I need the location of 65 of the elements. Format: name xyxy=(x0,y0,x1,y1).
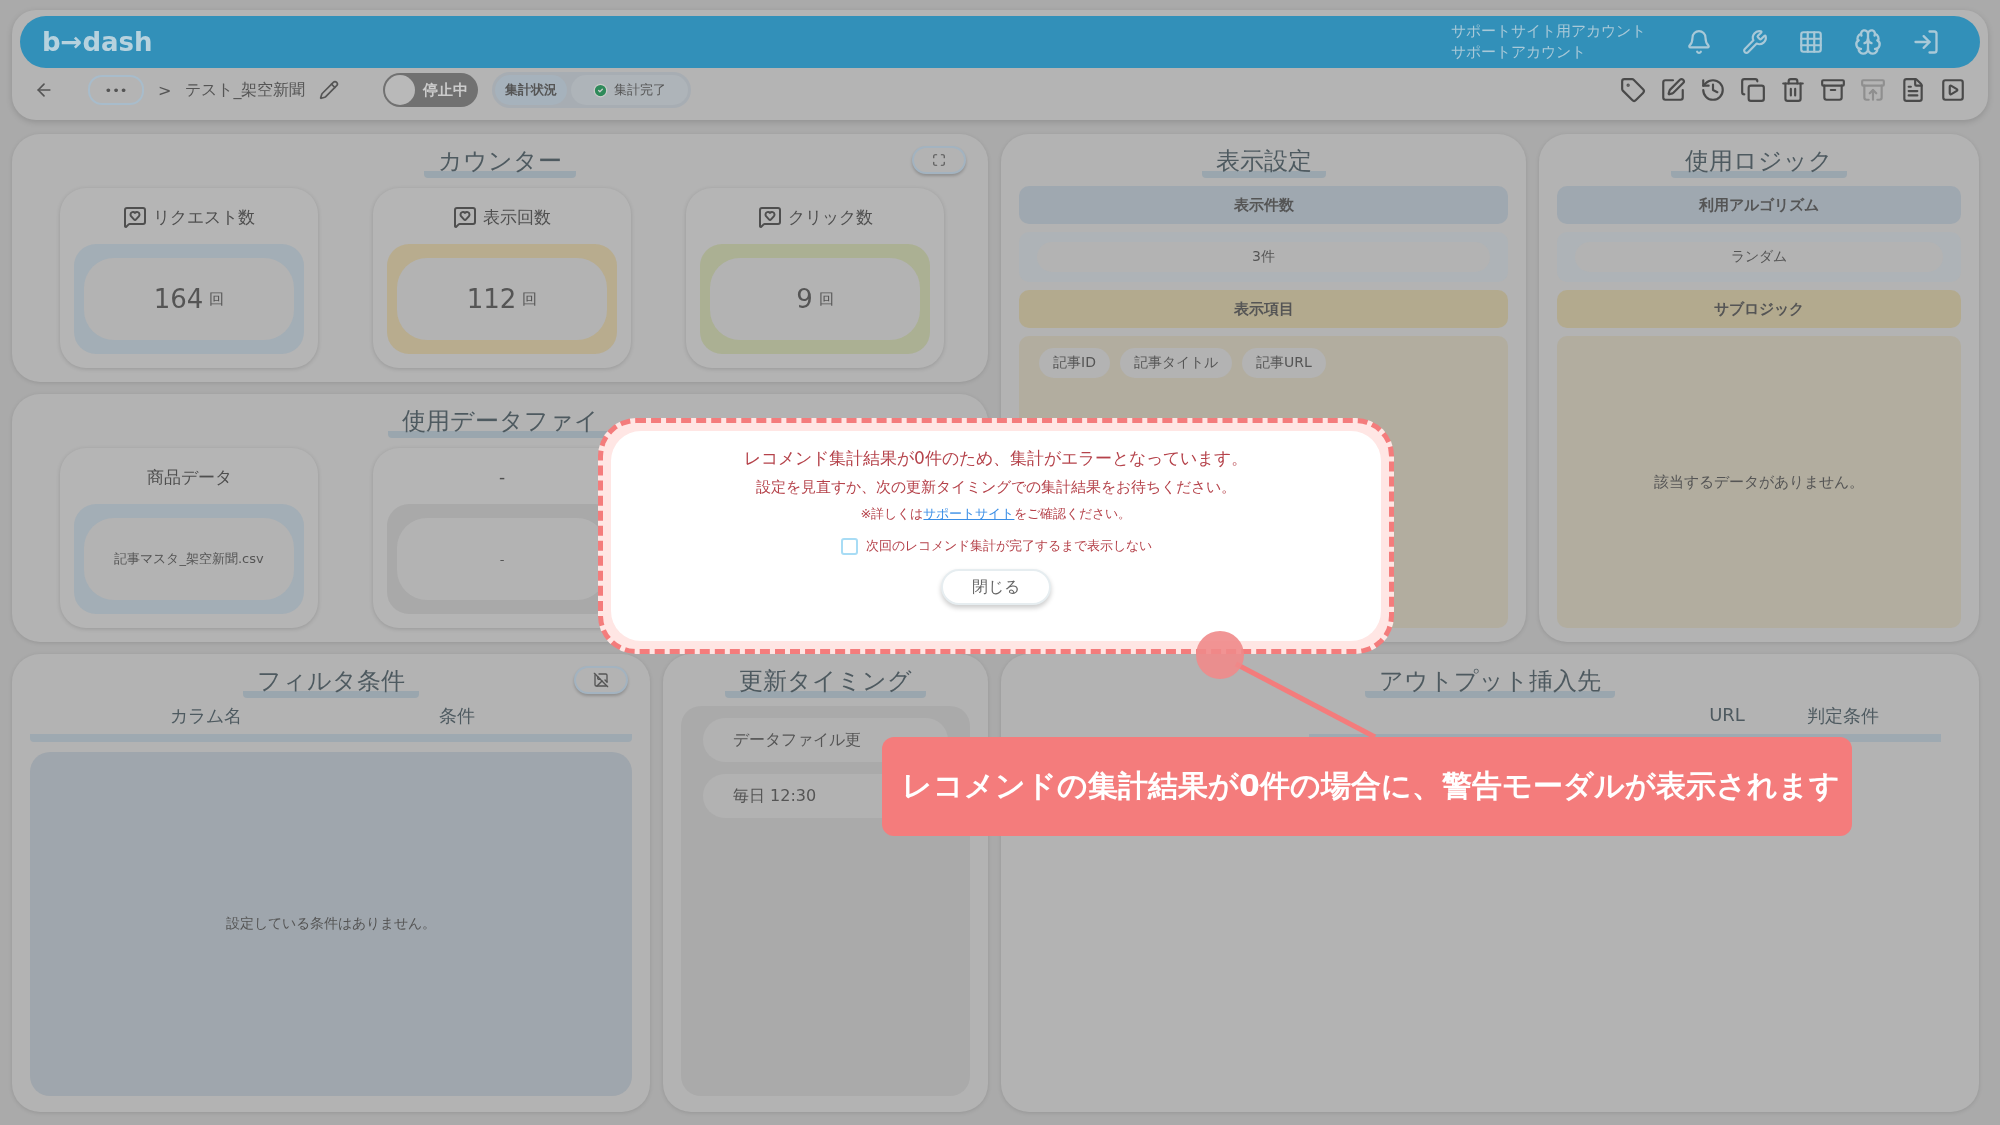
support-note: ※詳しくはサポートサイト をご確認ください。 xyxy=(860,505,1132,523)
column-header: 判定条件 xyxy=(1806,704,1880,728)
item-chip: 記事ID xyxy=(1039,348,1110,378)
section-header: 表示項目 xyxy=(1019,290,1508,328)
file-name: - xyxy=(499,551,505,567)
chat-heart-icon xyxy=(453,205,477,229)
error-message: レコメンド集計結果が0件のため、集計がエラーとなっています。 xyxy=(744,447,1248,470)
checkbox-label[interactable]: 次回のレコメンド集計が完了するまで表示しない xyxy=(840,537,1152,555)
expand-icon xyxy=(932,153,946,167)
item-chip: 記事タイトル xyxy=(1119,348,1232,378)
support-link[interactable]: サポートサイト xyxy=(923,506,1015,521)
section-header: サブロジック xyxy=(1557,290,1961,328)
count-value: 164 xyxy=(153,284,204,314)
grid-icon[interactable] xyxy=(1798,29,1824,55)
login-icon[interactable] xyxy=(1912,28,1940,56)
image-off-button[interactable] xyxy=(574,666,628,694)
count-value: 9 xyxy=(796,284,813,314)
wrench-icon[interactable] xyxy=(1742,29,1768,55)
column-header: URL xyxy=(1708,704,1746,727)
more-button[interactable]: ••• xyxy=(88,75,144,105)
pencil-icon[interactable] xyxy=(319,80,340,100)
status-label: 集計状況 xyxy=(495,75,568,105)
section-header: 表示件数 xyxy=(1019,186,1508,224)
item-chip: 記事URL xyxy=(1241,348,1326,378)
image-off-icon xyxy=(593,672,609,688)
logo[interactable]: b→dash xyxy=(42,27,153,57)
column-header: 条件 xyxy=(437,704,476,728)
count-unit: 回 xyxy=(818,289,834,309)
breadcrumb-separator: > xyxy=(158,80,172,100)
value-pill: ランダム xyxy=(1575,242,1943,272)
brain-icon[interactable] xyxy=(1854,28,1882,56)
chat-heart-icon xyxy=(757,205,782,229)
empty-message: 該当するデータがありません。 xyxy=(1557,336,1961,628)
card-label: リクエスト数 xyxy=(123,202,255,232)
check-circle-icon xyxy=(593,82,609,98)
edit-icon[interactable] xyxy=(1660,77,1686,103)
trash-icon[interactable] xyxy=(1780,77,1806,103)
pointer-dot xyxy=(1196,631,1244,679)
count-unit: 回 xyxy=(209,289,225,309)
count-unit: 回 xyxy=(522,289,538,309)
bell-icon[interactable] xyxy=(1686,29,1712,55)
tag-icon[interactable] xyxy=(1620,77,1646,103)
column-header: カラム名 xyxy=(168,704,243,728)
card-label: クリック数 xyxy=(757,202,873,232)
error-hint: 設定を見直すか、次の更新タイミングでの集計結果をお待ちください。 xyxy=(756,478,1236,497)
file-name: 記事マスタ_架空新聞.csv xyxy=(114,550,264,568)
play-icon[interactable] xyxy=(1940,77,1966,103)
card-label: 商品データ xyxy=(146,465,232,489)
breadcrumb-title[interactable]: テスト_架空新聞 xyxy=(185,79,306,101)
history-icon[interactable] xyxy=(1700,77,1726,103)
file-icon[interactable] xyxy=(1900,77,1926,103)
account-name[interactable]: サポートサイト用アカウント サポートアカウント xyxy=(1451,21,1646,63)
count-value: 112 xyxy=(466,284,517,314)
chat-heart-icon xyxy=(123,205,147,229)
card-label: 表示回数 xyxy=(453,202,551,232)
checkbox[interactable] xyxy=(840,537,858,555)
card-label: - xyxy=(498,466,506,489)
status-toggle[interactable]: 停止中 xyxy=(383,73,479,107)
section-header: 利用アルゴリズム xyxy=(1557,186,1961,224)
close-button[interactable]: 閉じる xyxy=(941,569,1051,605)
copy-icon[interactable] xyxy=(1740,77,1766,103)
annotation-callout: レコメンドの集計結果が0件の場合に、警告モーダルが表示されます xyxy=(882,737,1852,836)
value-pill: 3件 xyxy=(1037,242,1490,272)
status-value: 集計完了 xyxy=(571,75,689,105)
empty-message: 設定している条件はありません。 xyxy=(30,752,632,1096)
